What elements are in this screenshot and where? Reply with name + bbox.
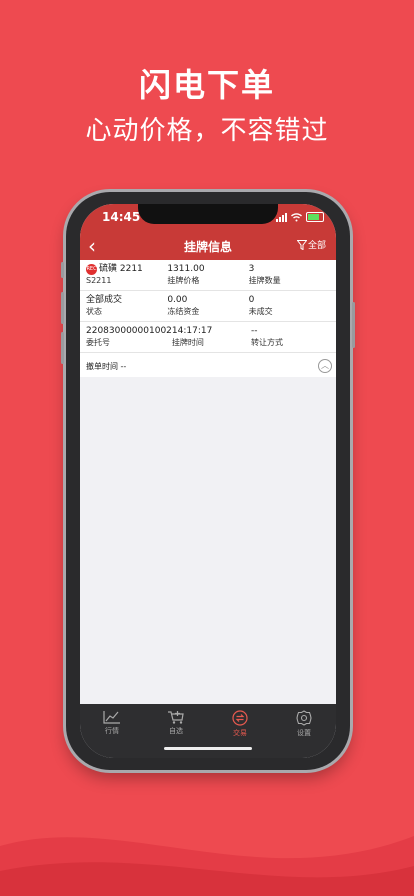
- commodity-name: 硫磺 2211: [99, 264, 143, 274]
- detail-row: REC 硫磺 2211 S2211 1311.00 挂牌价格 3 挂牌数量: [80, 260, 336, 291]
- status-time: 14:45: [102, 210, 141, 224]
- detail-cell: 0.00 冻结资金: [167, 294, 248, 317]
- notch: [138, 204, 278, 224]
- commodity-code: S2211: [86, 276, 112, 285]
- nav-bar: ‹ 挂牌信息 全部: [80, 230, 336, 260]
- volume-up-button: [61, 292, 64, 324]
- status-icons: [276, 212, 324, 222]
- order-number-label: 委托号: [86, 338, 110, 347]
- detail-cell: 14:17:17 挂牌时间: [172, 325, 251, 348]
- status-value: 全部成交: [86, 295, 123, 305]
- gear-icon: [296, 710, 312, 726]
- tab-label: 行情: [105, 727, 119, 735]
- promo-title: 闪电下单: [138, 66, 275, 104]
- frozen-funds-label: 冻结资金: [167, 307, 200, 316]
- listing-price: 1311.00: [167, 264, 205, 274]
- cancel-time-row: 撤单时间 -- ︿: [80, 353, 336, 377]
- status-bar: 14:45: [80, 204, 336, 230]
- detail-row: 全部成交 状态 0.00 冻结资金 0 未成交: [80, 291, 336, 322]
- exchange-icon: [232, 710, 248, 726]
- filter-label: 全部: [307, 241, 326, 251]
- tab-market[interactable]: 行情: [80, 704, 144, 758]
- listing-detail: REC 硫磺 2211 S2211 1311.00 挂牌价格 3 挂牌数量 全部成…: [80, 260, 336, 377]
- rec-badge-icon: REC: [86, 263, 97, 275]
- cancel-time: 撤单时间 --: [86, 362, 127, 371]
- phone-screen: 14:45 ‹ 挂牌信息 全部 REC 硫磺 2211 S2211 1311.0…: [80, 204, 336, 758]
- battery-icon: [306, 212, 324, 222]
- detail-cell: 0 未成交: [249, 294, 330, 317]
- tab-settings[interactable]: 设置: [272, 704, 336, 758]
- detail-cell: 1311.00 挂牌价格: [167, 263, 248, 286]
- phone-frame: 14:45 ‹ 挂牌信息 全部 REC 硫磺 2211 S2211 1311.0…: [61, 192, 355, 770]
- signal-icon: [276, 212, 287, 222]
- filter-button[interactable]: 全部: [296, 238, 326, 251]
- status-label: 状态: [86, 307, 102, 316]
- detail-cell: 220830000001002 委托号: [86, 325, 172, 348]
- mute-switch: [61, 262, 64, 278]
- filter-icon: [296, 239, 307, 250]
- tab-label: 交易: [233, 729, 247, 737]
- chart-icon: [103, 711, 120, 724]
- detail-cell: -- 转让方式: [251, 325, 330, 348]
- detail-cell: 全部成交 状态: [86, 294, 167, 317]
- unfilled-label: 未成交: [248, 307, 273, 316]
- home-indicator[interactable]: [164, 747, 252, 750]
- detail-cell: 3 挂牌数量: [249, 263, 330, 286]
- power-button: [352, 302, 355, 348]
- listing-time: 14:17:17: [171, 326, 213, 336]
- detail-row: 220830000001002 委托号 14:17:17 挂牌时间 -- 转让方…: [80, 322, 336, 353]
- tab-bar: 行情 自选 交易 设置: [80, 704, 336, 758]
- listing-price-label: 挂牌价格: [167, 276, 200, 285]
- listing-quantity-label: 挂牌数量: [248, 276, 281, 285]
- tab-label: 设置: [297, 729, 311, 737]
- wifi-icon: [291, 212, 302, 221]
- transfer-method: --: [250, 326, 258, 336]
- volume-down-button: [61, 332, 64, 364]
- unfilled-quantity: 0: [248, 295, 255, 305]
- order-number: 220830000001002: [86, 326, 172, 336]
- listing-time-label: 挂牌时间: [171, 338, 204, 347]
- promo-subtitle: 心动价格，不容错过: [85, 116, 329, 146]
- listing-quantity: 3: [248, 264, 255, 274]
- tab-label: 自选: [169, 727, 183, 735]
- decorative-wave: [0, 836, 414, 896]
- cart-icon: [168, 711, 184, 724]
- collapse-up-icon[interactable]: ︿: [318, 359, 332, 373]
- detail-cell: REC 硫磺 2211 S2211: [86, 263, 167, 286]
- frozen-funds: 0.00: [167, 295, 188, 305]
- transfer-method-label: 转让方式: [250, 338, 283, 347]
